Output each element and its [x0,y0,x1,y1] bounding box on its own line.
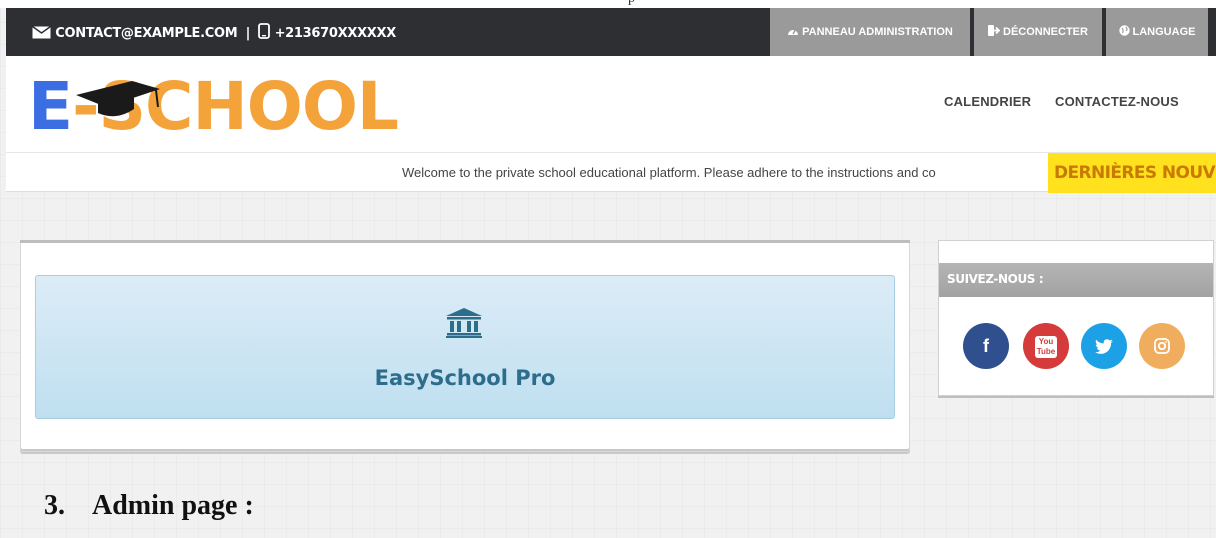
social-panel: SUIVEZ-NOUS : f You Tube [938,240,1214,396]
instagram-button[interactable] [1139,323,1185,369]
youtube-button[interactable]: You Tube [1023,323,1069,369]
logout-label: DÉCONNECTER [1003,26,1088,38]
logo-letter-e: E [28,68,73,145]
language-label: LANGUAGE [1132,26,1196,38]
language-button[interactable]: LANGUAGE [1104,8,1208,56]
social-header: SUIVEZ-NOUS : [939,263,1213,297]
news-ticker: Welcome to the private school educationa… [6,152,1216,193]
sign-out-icon [988,9,1001,57]
contact-info: CONTACT@EXAMPLE.COM | +213670XXXXXX [32,23,396,43]
section-title: Admin page : [92,490,254,521]
envelope-icon [32,25,51,43]
twitter-icon [1095,336,1113,356]
page: p CONTACT@EXAMPLE.COM | +213670XXXXXX PA… [0,0,1216,538]
document-caption-fragment: p [0,0,1216,8]
main-panel: EasySchool Pro [20,240,910,452]
admin-panel-button[interactable]: PANNEAU ADMINISTRATION [768,8,970,56]
ticker-text[interactable]: Welcome to the private school educationa… [402,165,1042,180]
app-name: EasySchool Pro [374,366,556,390]
site-header: E-SCHOOL CALENDRIER CONTACTEZ-NOUS [6,56,1216,152]
contact-separator: | [245,26,251,41]
section-number: 3. [44,490,65,521]
dashboard-icon [787,9,799,57]
app-tile-easyschool[interactable]: EasySchool Pro [35,275,895,419]
caption-fragment-text: p [628,0,635,7]
facebook-button[interactable]: f [963,323,1009,369]
nav-contact[interactable]: CONTACTEZ-NOUS [1055,94,1179,109]
graduation-cap-icon [76,64,162,134]
globe-icon [1118,9,1130,57]
phone-icon [258,23,271,43]
bank-icon [446,308,482,343]
youtube-icon: You Tube [1035,336,1057,358]
admin-panel-label: PANNEAU ADMINISTRATION [802,26,953,38]
nav-calendar[interactable]: CALENDRIER [944,94,1031,109]
contact-email[interactable]: CONTACT@EXAMPLE.COM [55,26,237,41]
instagram-icon [1154,336,1170,356]
twitter-button[interactable] [1081,323,1127,369]
section-caption: 3. Admin page : [44,490,254,522]
top-bar: CONTACT@EXAMPLE.COM | +213670XXXXXX PANN… [6,8,1216,56]
ticker-label: DERNIÈRES NOUVELLE [1048,153,1216,193]
site-logo[interactable]: E-SCHOOL [28,72,399,142]
logout-button[interactable]: DÉCONNECTER [972,8,1102,56]
contact-phone[interactable]: +213670XXXXXX [275,26,397,41]
facebook-icon: f [983,336,989,356]
social-title: SUIVEZ-NOUS : [947,272,1044,286]
